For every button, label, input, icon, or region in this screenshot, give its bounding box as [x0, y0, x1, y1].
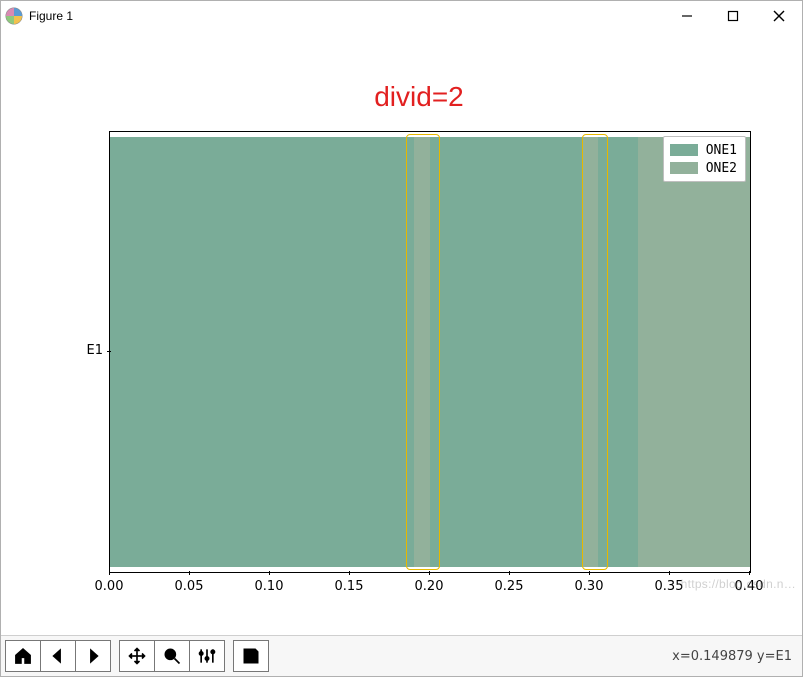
chart-title: divid=2	[69, 81, 769, 113]
x-tick-label: 0.20	[415, 579, 444, 594]
legend-swatch	[670, 162, 698, 174]
x-tick: 0.30	[564, 575, 614, 594]
minimize-button[interactable]	[664, 1, 710, 31]
close-button[interactable]	[756, 1, 802, 31]
y-tick-label: E1	[87, 343, 104, 358]
window-controls	[664, 1, 802, 31]
forward-button[interactable]	[76, 641, 110, 671]
watermark-text: https://blog.csdn.n…	[681, 577, 796, 591]
figure-window: Figure 1 divid=2 ONE1 ONE2 E1 0.00 0.05 0.1…	[0, 0, 803, 677]
legend: ONE1 ONE2	[663, 136, 746, 182]
zoom-button[interactable]	[155, 641, 190, 671]
highlight-box	[406, 134, 440, 570]
highlight-box	[582, 134, 608, 570]
x-tick-label: 0.00	[95, 579, 124, 594]
legend-label: ONE1	[706, 143, 737, 158]
matplotlib-icon	[5, 7, 23, 25]
x-tick-label: 0.10	[255, 579, 284, 594]
x-tick-label: 0.05	[175, 579, 204, 594]
back-button[interactable]	[41, 641, 76, 671]
cursor-coordinates: x=0.149879 y=E1	[672, 636, 792, 676]
toolbar-group-save	[233, 640, 269, 672]
x-tick: 0.25	[484, 575, 534, 594]
x-tick-label: 0.25	[495, 579, 524, 594]
axes: ONE1 ONE2	[109, 131, 751, 573]
titlebar[interactable]: Figure 1	[1, 1, 802, 31]
toolbar-group-view	[119, 640, 225, 672]
nav-toolbar: x=0.149879 y=E1	[1, 635, 802, 676]
bar-segment	[110, 137, 414, 567]
x-tick: 0.15	[324, 575, 374, 594]
x-tick: 0.20	[404, 575, 454, 594]
x-tick: 0.10	[244, 575, 294, 594]
save-button[interactable]	[234, 641, 268, 671]
x-tick-label: 0.35	[655, 579, 684, 594]
bar-segment	[638, 137, 750, 567]
toolbar-group-nav	[5, 640, 111, 672]
x-tick: 0.05	[164, 575, 214, 594]
pan-button[interactable]	[120, 641, 155, 671]
x-ticks: 0.000.050.100.150.200.250.300.350.40	[109, 575, 749, 605]
figure-canvas[interactable]: divid=2 ONE1 ONE2 E1 0.00 0.05 0.10 0.15 0.20…	[1, 31, 802, 635]
plot-area: divid=2 ONE1 ONE2 E1 0.00 0.05 0.10 0.15 0.20…	[69, 81, 769, 611]
home-button[interactable]	[6, 641, 41, 671]
configure-subplots-button[interactable]	[190, 641, 224, 671]
y-tick: E1	[69, 343, 103, 358]
legend-entry: ONE2	[670, 159, 737, 177]
x-tick: 0.00	[84, 575, 134, 594]
maximize-button[interactable]	[710, 1, 756, 31]
x-tick-label: 0.15	[335, 579, 364, 594]
legend-label: ONE2	[706, 161, 737, 176]
x-tick-label: 0.30	[575, 579, 604, 594]
legend-swatch	[670, 144, 698, 156]
bar-segment	[430, 137, 582, 567]
legend-entry: ONE1	[670, 141, 737, 159]
window-title: Figure 1	[29, 9, 73, 23]
